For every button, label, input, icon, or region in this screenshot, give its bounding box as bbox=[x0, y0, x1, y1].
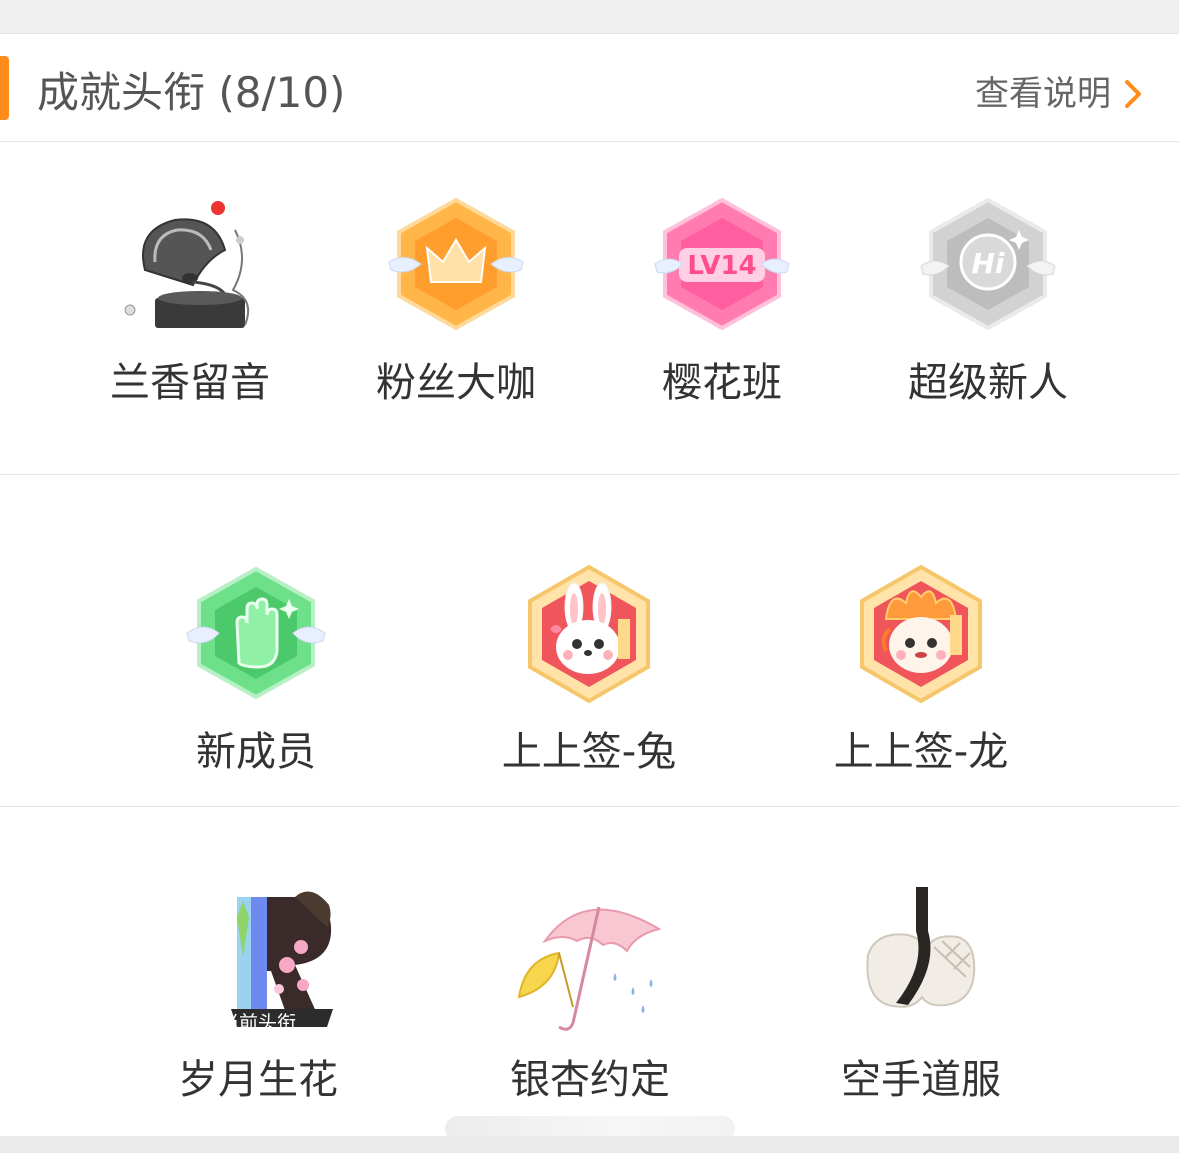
badge-row-2: 新成员 上上签-兔 上上签-龙 bbox=[0, 475, 1179, 807]
page-title: 成就头衔 (8/10) bbox=[37, 68, 346, 117]
badge-name: 上上签-龙 bbox=[833, 729, 1009, 775]
achievement-card: 成就头衔 (8/10) 查看说明 兰香留音 粉丝大咖 LV14 樱花班 Hi 超… bbox=[0, 33, 1179, 1137]
badge-name: 粉丝大咖 bbox=[376, 360, 536, 406]
badge-item[interactable]: 新成员 bbox=[141, 559, 371, 777]
hi-hexagon-icon: Hi bbox=[920, 197, 1056, 331]
chevron-right-icon bbox=[1125, 80, 1141, 108]
view-instructions-label: 查看说明 bbox=[975, 74, 1111, 114]
accent-bar bbox=[0, 56, 9, 120]
umbrella-ginkgo-icon bbox=[517, 906, 662, 1031]
svg-text:Hi: Hi bbox=[971, 247, 1004, 280]
badge-item[interactable]: LV14 樱花班 bbox=[607, 190, 837, 408]
view-instructions-link[interactable]: 查看说明 bbox=[975, 72, 1143, 116]
badge-item[interactable]: 上上签-兔 bbox=[474, 559, 704, 777]
badge-name: 超级新人 bbox=[908, 360, 1068, 406]
badge-item[interactable]: 空手道服 bbox=[806, 887, 1036, 1105]
badge-item[interactable]: 银杏约定 bbox=[475, 887, 705, 1105]
badge-name: 上上签-兔 bbox=[501, 729, 677, 775]
badge-name: 新成员 bbox=[196, 729, 316, 775]
badge-row-1: 兰香留音 粉丝大咖 LV14 樱花班 Hi 超级新人 bbox=[0, 142, 1179, 475]
karate-uniform-icon bbox=[866, 887, 976, 1008]
svg-text:LV14: LV14 bbox=[687, 251, 756, 281]
current-title-tag: 当前头衔 bbox=[219, 1012, 296, 1034]
lv14-hexagon-icon: LV14 bbox=[654, 197, 790, 331]
rabbit-hexagon-icon bbox=[528, 564, 650, 704]
badge-name: 银杏约定 bbox=[510, 1057, 670, 1103]
dragon-hexagon-icon bbox=[860, 564, 982, 704]
badge-name: 岁月生花 bbox=[178, 1057, 338, 1103]
badge-item[interactable]: Hi 超级新人 bbox=[873, 190, 1103, 408]
badge-name: 兰香留音 bbox=[110, 360, 270, 406]
badge-item[interactable]: 上上签-龙 bbox=[806, 559, 1036, 777]
badge-name: 樱花班 bbox=[662, 360, 782, 406]
badge-item[interactable]: 兰香留音 bbox=[75, 190, 305, 408]
badge-name: 空手道服 bbox=[841, 1057, 1001, 1103]
achievement-header: 成就头衔 (8/10) 查看说明 bbox=[0, 34, 1179, 142]
hand-hexagon-icon bbox=[186, 566, 326, 700]
bottom-strip bbox=[0, 1136, 1179, 1153]
gramophone-icon bbox=[124, 199, 249, 328]
badge-row-3: 当前头衔 岁月生花 银杏约定 空手道服 bbox=[0, 807, 1179, 1137]
badge-item[interactable]: 当前头衔 岁月生花 bbox=[143, 887, 373, 1105]
badge-item[interactable]: 粉丝大咖 bbox=[341, 190, 571, 408]
crown-hexagon-icon bbox=[388, 197, 524, 331]
